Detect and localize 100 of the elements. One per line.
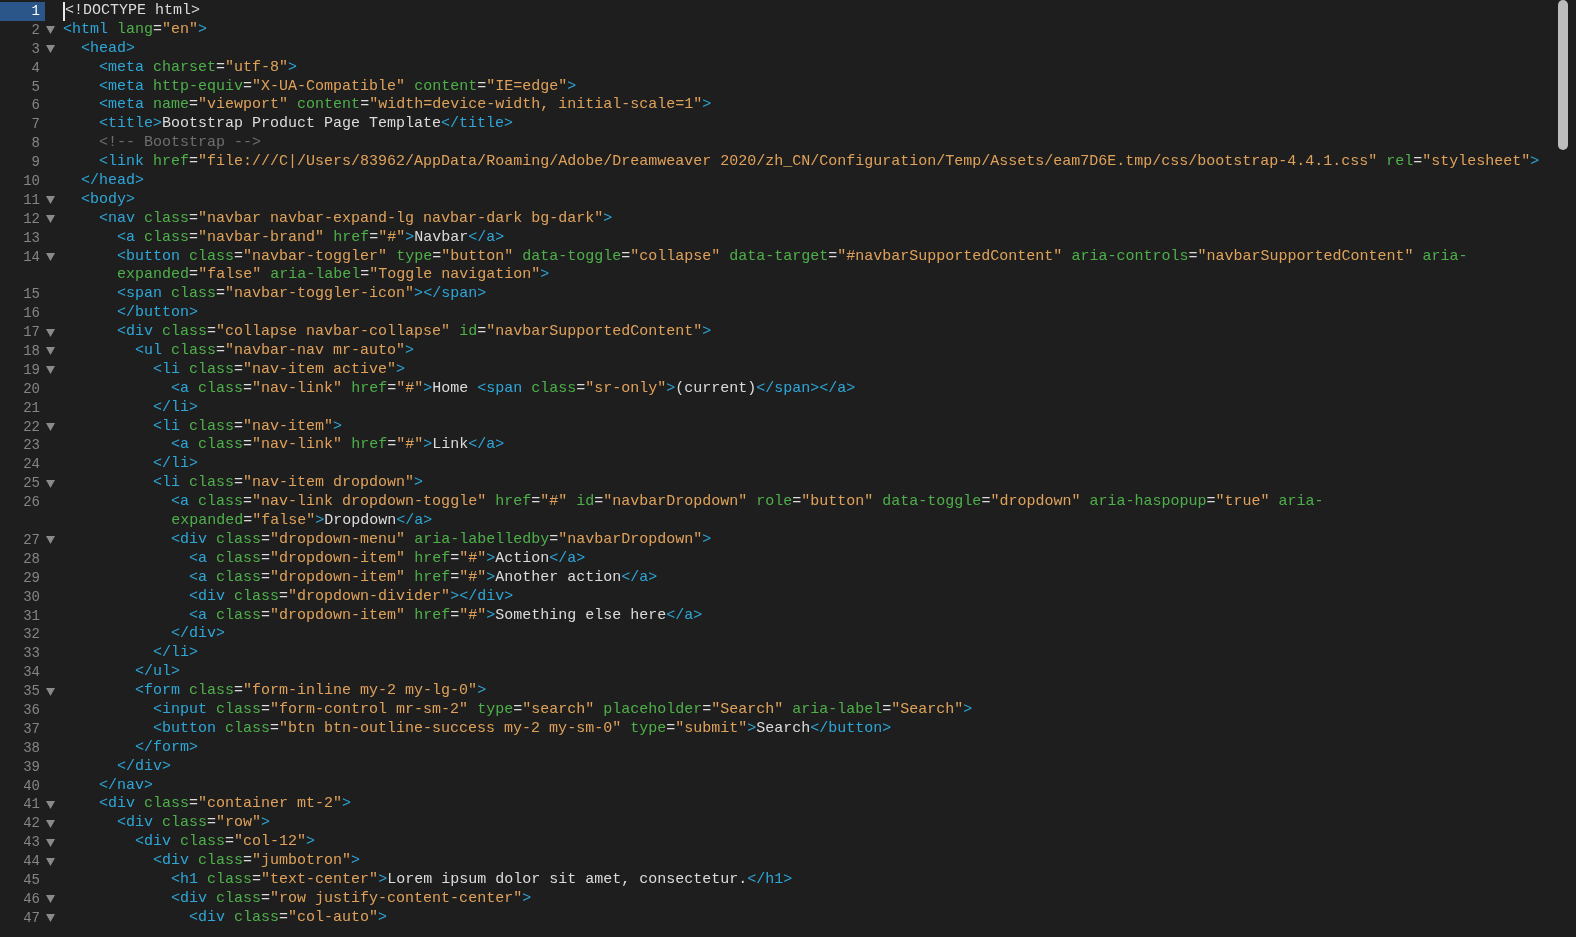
code-line: <head>: [80, 39, 136, 59]
fold-arrow-icon[interactable]: [46, 819, 55, 828]
line-number: 32: [22, 625, 41, 645]
line-number: 35: [22, 682, 41, 701]
code-line: </nav>: [98, 776, 154, 796]
code-line: </ul>: [134, 663, 181, 683]
line-number: 43: [22, 833, 41, 853]
line-number: 9: [30, 153, 41, 172]
code-line: </div>: [170, 625, 226, 645]
line-number: 18: [22, 342, 41, 361]
fold-arrow-icon[interactable]: [46, 196, 55, 205]
code-line: expanded="false" aria-label="Toggle navigation">: [116, 266, 550, 286]
fold-arrow-icon[interactable]: [46, 479, 55, 488]
line-number: 38: [22, 738, 41, 758]
line-number: 45: [22, 870, 41, 890]
code-line: <ul class="navbar-nav mr-auto">: [134, 342, 415, 361]
code-line: <button class="btn btn-outline-success my-2 my-sm-0" type="submit">Search</button>: [152, 719, 892, 739]
fold-arrow-icon[interactable]: [46, 26, 55, 35]
line-number: 21: [22, 398, 41, 418]
code-line: <div class="row justify-content-center">: [170, 889, 532, 909]
code-line: </div>: [116, 757, 172, 777]
code-line: <title>Bootstrap Product Page Template</title>: [98, 115, 514, 135]
fold-arrow-icon[interactable]: [46, 800, 55, 809]
code-line: <div class="row">: [116, 814, 271, 834]
code-line: </li>: [152, 398, 199, 418]
line-number: 12: [22, 209, 41, 229]
line-number: 29: [22, 568, 41, 588]
fold-arrow-icon[interactable]: [46, 215, 55, 224]
code-line: <div class="col-12">: [134, 833, 316, 853]
line-number: 46: [22, 889, 41, 909]
fold-arrow-icon[interactable]: [46, 687, 55, 696]
code-line: <input class="form-control mr-sm-2" type="search" placeholder="Search" aria-label="Search">: [152, 700, 973, 720]
scrollbar-thumb[interactable]: [1558, 0, 1568, 150]
code-line: <!DOCTYPE html>: [63, 2, 201, 21]
code-line: </head>: [80, 172, 145, 191]
line-number: 3: [30, 39, 41, 59]
line-number: 34: [22, 663, 41, 683]
line-number: 19: [22, 360, 41, 380]
fold-arrow-icon[interactable]: [46, 328, 55, 337]
line-number: 24: [22, 455, 41, 475]
fold-arrow-icon[interactable]: [46, 857, 55, 866]
code-line: <meta charset="utf-8">: [98, 58, 298, 78]
line-number: 6: [30, 96, 41, 116]
line-number: 40: [22, 776, 41, 796]
line-number: 44: [22, 852, 41, 871]
code-line: <!-- Bootstrap -->: [98, 134, 262, 154]
line-number: 8: [30, 134, 41, 154]
code-line: expanded="false">Dropdown</a>: [170, 512, 433, 531]
code-line: <li class="nav-item dropdown">: [152, 474, 424, 494]
code-line: <a class="nav-link dropdown-toggle" href="#" id="navbarDropdown" role="button" data-toggle="dropdown" aria-haspopup="true" aria-: [170, 493, 1324, 513]
code-line: <div class="container mt-2">: [98, 795, 352, 815]
line-number: 13: [22, 228, 41, 248]
line-number: 2: [30, 20, 41, 40]
fold-arrow-icon[interactable]: [46, 895, 55, 904]
code-line: <span class="navbar-toggler-icon"></span>: [116, 285, 487, 305]
fold-arrow-icon[interactable]: [46, 253, 55, 261]
code-line: <div class="collapse navbar-collapse" id="navbarSupportedContent">: [116, 323, 712, 343]
line-number: 23: [22, 436, 41, 456]
code-line: <nav class="navbar navbar-expand-lg navbar-dark bg-dark">: [98, 209, 613, 229]
code-line: </form>: [134, 738, 199, 758]
fold-arrow-icon[interactable]: [46, 838, 55, 847]
line-number: 42: [22, 814, 41, 834]
code-line: <form class="form-inline my-2 my-lg-0">: [134, 682, 487, 701]
line-number: 36: [22, 700, 41, 720]
code-line: <a class="navbar-brand" href="#">Navbar</a>: [116, 228, 505, 248]
code-line: <meta http-equiv="X-UA-Compatible" content="IE=edge">: [98, 77, 577, 97]
fold-arrow-icon[interactable]: [46, 347, 55, 356]
code-line: <li class="nav-item">: [152, 417, 343, 437]
code-line: </li>: [152, 644, 199, 664]
code-line: <body>: [80, 190, 136, 210]
line-number: 30: [22, 587, 41, 607]
code-line: <html lang="en">: [63, 20, 208, 40]
line-number: 4: [30, 58, 41, 78]
line-number: 14: [22, 247, 41, 267]
fold-arrow-icon[interactable]: [46, 536, 55, 545]
fold-arrow-icon[interactable]: [46, 423, 55, 432]
code-line: <link href="file:///C|/Users/83962/AppData/Roaming/Adobe/Dreamweaver 2020/zh_CN/Configuration/Temp/Assets/eam7D6E.tmp/css/bootstrap-4.4.1.css" rel="stylesheet">: [98, 153, 1540, 173]
line-number: 11: [22, 190, 41, 210]
line-number: 1: [0, 2, 45, 21]
code-line: <div class="dropdown-divider"></div>: [188, 587, 514, 607]
line-number: 5: [30, 77, 41, 97]
code-line: </li>: [152, 455, 199, 475]
line-number: 28: [22, 549, 41, 569]
line-number: 39: [22, 757, 41, 777]
fold-arrow-icon[interactable]: [46, 45, 55, 54]
line-number: 7: [30, 115, 41, 135]
line-number: 25: [22, 474, 41, 494]
code-line: <div class="col-auto">: [188, 908, 388, 928]
line-number: 33: [22, 644, 41, 664]
code-line: </button>: [116, 304, 199, 324]
fold-arrow-icon[interactable]: [46, 366, 55, 375]
fold-arrow-icon[interactable]: [46, 914, 55, 923]
line-number: 10: [22, 172, 41, 191]
code-line: <div class="jumbotron">: [152, 852, 361, 871]
line-number: 22: [22, 417, 41, 437]
code-line: <a class="nav-link" href="#">Home <span class="sr-only">(current)</span></a>: [170, 379, 856, 399]
code-line: <div class="dropdown-menu" aria-labelledby="navbarDropdown">: [170, 530, 712, 550]
line-number: 16: [22, 304, 41, 324]
line-number: 41: [22, 795, 41, 815]
code-line: <h1 class="text-center">Lorem ipsum dolor sit amet, consectetur.</h1>: [170, 870, 793, 890]
